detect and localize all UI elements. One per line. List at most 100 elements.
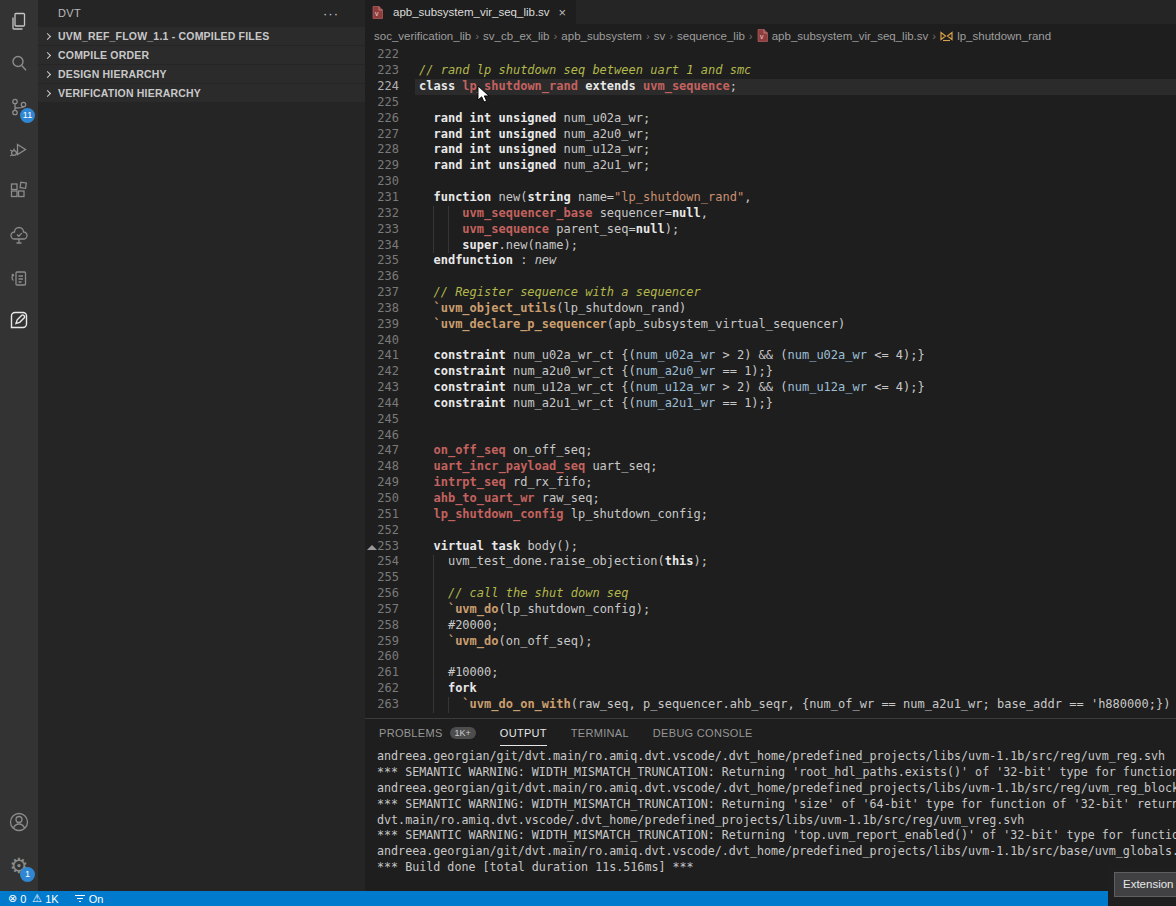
line-number[interactable]: 229: [365, 158, 399, 174]
tree-item[interactable]: VERIFICATION HIERARCHY: [38, 84, 365, 102]
line-number[interactable]: 228: [365, 142, 399, 158]
line-number[interactable]: 233: [365, 222, 399, 238]
code-line[interactable]: 238 `uvm_object_utils(lp_shutdown_rand): [365, 301, 1176, 317]
line-number[interactable]: 249: [365, 475, 399, 491]
dvt-edit-icon[interactable]: [7, 308, 31, 332]
line-number[interactable]: 242: [365, 364, 399, 380]
line-number[interactable]: 223: [365, 63, 399, 79]
line-number[interactable]: 225: [365, 95, 399, 111]
editor-tab[interactable]: v apb_subsystem_vir_seq_lib.sv ×: [365, 0, 576, 24]
line-number[interactable]: 234: [365, 238, 399, 254]
code-line[interactable]: 243 constraint num_u12a_wr_ct {(num_u12a…: [365, 380, 1176, 396]
code-line[interactable]: 261 #10000;: [365, 665, 1176, 681]
code-line[interactable]: 249 intrpt_seq rd_rx_fifo;: [365, 475, 1176, 491]
tab-close-icon[interactable]: ×: [559, 5, 567, 20]
line-number[interactable]: 226: [365, 111, 399, 127]
settings-gear-icon[interactable]: ⚙ 1: [7, 854, 31, 878]
line-number[interactable]: 239: [365, 317, 399, 333]
line-number[interactable]: 243: [365, 380, 399, 396]
panel-tab-debug-console[interactable]: DEBUG CONSOLE: [653, 719, 753, 746]
code-line[interactable]: 226 rand int unsigned num_u02a_wr;: [365, 111, 1176, 127]
breadcrumb-item[interactable]: apb_subsystem_vir_seq_lib.sv: [772, 30, 929, 42]
code-line[interactable]: 259 `uvm_do(on_off_seq);: [365, 634, 1176, 650]
code-line[interactable]: 231 function new(string name="lp_shutdow…: [365, 190, 1176, 206]
breadcrumb-item[interactable]: apb_subsystem: [561, 30, 642, 42]
line-number[interactable]: 250: [365, 491, 399, 507]
line-number[interactable]: 245: [365, 412, 399, 428]
code-line[interactable]: 252: [365, 523, 1176, 539]
code-line[interactable]: 247 on_off_seq on_off_seq;: [365, 443, 1176, 459]
code-line[interactable]: 256 // call the shut down seq: [365, 586, 1176, 602]
line-number[interactable]: 231: [365, 190, 399, 206]
line-number[interactable]: 257: [365, 602, 399, 618]
code-line[interactable]: 233 uvm_sequence parent_seq=null);: [365, 222, 1176, 238]
code-line[interactable]: 239 `uvm_declare_p_sequencer(apb_subsyst…: [365, 317, 1176, 333]
code-line[interactable]: 223// rand lp shutdown seq between uart …: [365, 63, 1176, 79]
line-number[interactable]: 247: [365, 443, 399, 459]
code-line[interactable]: 260: [365, 649, 1176, 665]
sidebar-more-actions-icon[interactable]: ···: [323, 6, 339, 21]
breadcrumb-item[interactable]: soc_verification_lib: [374, 30, 471, 42]
code-line[interactable]: 262 fork: [365, 681, 1176, 697]
problems-status[interactable]: ⊗ 0 ⚠ 1K: [8, 892, 59, 905]
line-number[interactable]: 227: [365, 127, 399, 143]
run-debug-icon[interactable]: [7, 137, 31, 161]
code-line[interactable]: 228 rand int unsigned num_u12a_wr;: [365, 142, 1176, 158]
panel-tab-terminal[interactable]: TERMINAL: [571, 719, 629, 746]
line-number[interactable]: 251: [365, 507, 399, 523]
breadcrumb-item[interactable]: sv_cb_ex_lib: [483, 30, 549, 42]
code-line[interactable]: 241 constraint num_u02a_wr_ct {(num_u02a…: [365, 348, 1176, 364]
line-number[interactable]: 240: [365, 333, 399, 349]
tree-item[interactable]: UVM_REF_FLOW_1.1 - COMPILED FILES: [38, 27, 365, 45]
source-control-icon[interactable]: 11: [7, 95, 31, 119]
code-line[interactable]: 240: [365, 333, 1176, 349]
breadcrumb-item[interactable]: sequence_lib: [677, 30, 745, 42]
code-line[interactable]: 237 // Register sequence with a sequence…: [365, 285, 1176, 301]
breadcrumb-item[interactable]: lp_shutdown_rand: [957, 30, 1051, 42]
line-number[interactable]: 238: [365, 301, 399, 317]
code-line[interactable]: 258 #20000;: [365, 618, 1176, 634]
line-number[interactable]: 252: [365, 523, 399, 539]
line-number[interactable]: 246: [365, 428, 399, 444]
code-line[interactable]: 263 `uvm_do_on_with(raw_seq, p_sequencer…: [365, 697, 1176, 713]
code-line[interactable]: 235 endfunction : new: [365, 253, 1176, 269]
filter-status[interactable]: On: [75, 893, 104, 905]
line-number[interactable]: 261: [365, 665, 399, 681]
line-number[interactable]: 262: [365, 681, 399, 697]
code-line[interactable]: 232 uvm_sequencer_base sequencer=null,: [365, 206, 1176, 222]
line-number[interactable]: 255: [365, 570, 399, 586]
code-line[interactable]: 242 constraint num_a2u0_wr_ct {(num_a2u0…: [365, 364, 1176, 380]
code-line[interactable]: 227 rand int unsigned num_a2u0_wr;: [365, 127, 1176, 143]
extension-button[interactable]: Extension: [1114, 872, 1176, 897]
code-line[interactable]: 250 ahb_to_uart_wr raw_seq;: [365, 491, 1176, 507]
line-number[interactable]: 230: [365, 174, 399, 190]
compile-order-icon[interactable]: [7, 266, 31, 290]
code-line[interactable]: 255: [365, 570, 1176, 586]
line-number[interactable]: 256: [365, 586, 399, 602]
line-number[interactable]: 263: [365, 697, 399, 713]
code-line[interactable]: 244 constraint num_a2u1_wr_ct {(num_a2u1…: [365, 396, 1176, 412]
code-line[interactable]: 222: [365, 47, 1176, 63]
line-number[interactable]: 259: [365, 634, 399, 650]
code-line[interactable]: 234 super.new(name);: [365, 238, 1176, 254]
line-number[interactable]: 258: [365, 618, 399, 634]
line-number[interactable]: 244: [365, 396, 399, 412]
extensions-icon[interactable]: [7, 180, 31, 204]
code-line[interactable]: 254 uvm_test_done.raise_objection(this);: [365, 554, 1176, 570]
account-icon[interactable]: [7, 810, 31, 834]
panel-tab-problems[interactable]: PROBLEMS1K+: [379, 719, 476, 746]
tree-item[interactable]: DESIGN HIERARCHY: [38, 65, 365, 83]
line-number[interactable]: 248: [365, 459, 399, 475]
line-number[interactable]: 237: [365, 285, 399, 301]
code-line[interactable]: 236: [365, 269, 1176, 285]
code-line[interactable]: 246: [365, 428, 1176, 444]
breadcrumb-item[interactable]: sv: [654, 30, 666, 42]
line-number[interactable]: 236: [365, 269, 399, 285]
code-line[interactable]: 230: [365, 174, 1176, 190]
verification-tree-icon[interactable]: [7, 223, 31, 247]
code-line[interactable]: 229 rand int unsigned num_a2u1_wr;: [365, 158, 1176, 174]
code-line[interactable]: 251 lp_shutdown_config lp_shutdown_confi…: [365, 507, 1176, 523]
output-console[interactable]: andreea.georgian/git/dvt.main/ro.amiq.dv…: [365, 746, 1176, 876]
line-number[interactable]: 235: [365, 253, 399, 269]
code-line[interactable]: 253 virtual task body();: [365, 539, 1176, 555]
